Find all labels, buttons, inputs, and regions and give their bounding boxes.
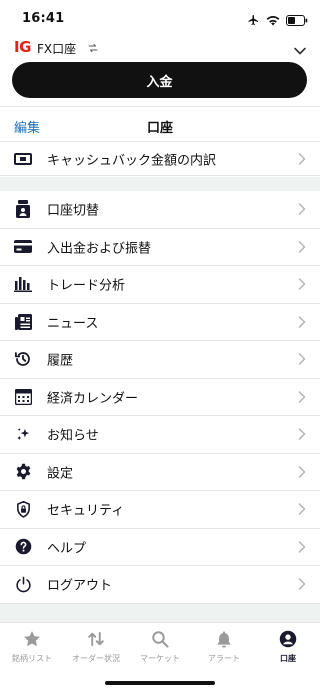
power-icon (14, 575, 32, 593)
page-title: 口座 (146, 121, 173, 136)
status-time: 16:41 (22, 11, 65, 26)
tab-label: アラート (208, 654, 240, 663)
tab-orders[interactable]: オーダー状況 (64, 629, 128, 664)
chevron-down-icon[interactable] (294, 40, 306, 59)
bar-chart-icon (14, 275, 32, 293)
menu-item-label: キャッシュバック金額の内訳 (47, 153, 217, 168)
tab-label: マーケット (140, 654, 180, 663)
menu-item-label: トレード分析 (47, 278, 126, 294)
tab-label: 口座 (280, 654, 296, 663)
menu-item-label: ログアウト (47, 578, 113, 594)
menu-item-label: 設定 (47, 466, 74, 482)
chevron-right-icon (298, 203, 306, 215)
chevron-right-icon (298, 391, 306, 403)
chevron-right-icon (298, 241, 306, 253)
menu-item-cashback[interactable]: キャッシュバック金額の内訳 (0, 142, 320, 176)
history-icon (14, 350, 32, 368)
menu-item-notices[interactable]: お知らせ (0, 416, 320, 454)
star-icon (0, 629, 64, 649)
menu-item-label: 経済カレンダー (47, 391, 139, 407)
chevron-right-icon (298, 353, 306, 365)
menu-item-logout[interactable]: ログアウト (0, 566, 320, 604)
tab-account[interactable]: 口座 (256, 629, 320, 664)
transfer-icon (64, 629, 128, 649)
menu-item-label: セキュリティ (47, 503, 125, 519)
news-icon (14, 313, 32, 331)
cashback-icon (14, 150, 32, 168)
chevron-right-icon (298, 578, 306, 590)
home-indicator (105, 681, 215, 685)
menu-item-label: ヘルプ (47, 541, 87, 557)
chevron-right-icon (298, 503, 306, 515)
airplane-icon (247, 11, 260, 30)
menu-item-help[interactable]: ヘルプ (0, 529, 320, 566)
menu-item-deposit-transfer[interactable]: 入出金および振替 (0, 229, 320, 266)
deposit-button[interactable]: 入金 (12, 62, 307, 98)
tab-markets[interactable]: マーケット (128, 629, 192, 664)
wifi-icon (266, 11, 280, 30)
chevron-right-icon (298, 316, 306, 328)
status-bar: 16:41 (0, 0, 320, 36)
chevron-right-icon (298, 152, 306, 165)
tab-label: 銘柄リスト (12, 654, 52, 663)
tab-alerts[interactable]: アラート (192, 629, 256, 664)
user-icon (256, 629, 320, 649)
account-switch-icon (14, 200, 32, 219)
help-icon (14, 538, 32, 556)
menu-item-label: お知らせ (47, 428, 99, 444)
battery-icon (286, 11, 308, 30)
menu-item-label: 入出金および振替 (47, 241, 152, 257)
menu-item-security[interactable]: セキュリティ (0, 491, 320, 529)
menu-item-economic-calendar[interactable]: 経済カレンダー (0, 379, 320, 416)
chevron-right-icon (298, 428, 306, 440)
card-icon (14, 238, 32, 256)
menu-item-trade-analysis[interactable]: トレード分析 (0, 266, 320, 304)
account-bar[interactable]: IG FX口座 (0, 36, 320, 58)
chevron-right-icon (298, 541, 306, 553)
gear-icon (14, 463, 32, 481)
tab-label: オーダー状況 (72, 654, 120, 663)
ig-logo: IG (14, 38, 31, 56)
calendar-icon (14, 388, 32, 406)
status-icons (247, 11, 308, 30)
menu-item-news[interactable]: ニュース (0, 304, 320, 341)
account-name[interactable]: FX口座 (37, 40, 76, 57)
bell-icon (192, 629, 256, 649)
menu-item-label: 口座切替 (47, 203, 100, 219)
menu-item-history[interactable]: 履歴 (0, 341, 320, 379)
sparkle-icon (14, 425, 32, 443)
menu-item-label: ニュース (47, 316, 99, 332)
top-list-section: キャッシュバック金額の内訳 (0, 142, 320, 176)
search-icon (128, 629, 192, 649)
section-divider (0, 177, 320, 191)
chevron-right-icon (298, 278, 306, 290)
bottom-band (0, 604, 320, 622)
menu-item-account-switch[interactable]: 口座切替 (0, 191, 320, 229)
shield-icon (14, 500, 32, 518)
menu-list: 口座切替 入出金および振替 トレード分析 ニュース 履歴 経済カレンダー お知ら… (0, 191, 320, 604)
menu-item-settings[interactable]: 設定 (0, 454, 320, 491)
menu-item-label: 履歴 (47, 353, 74, 369)
tab-watchlist[interactable]: 銘柄リスト (0, 629, 64, 664)
chevron-right-icon (298, 466, 306, 478)
nav-header: 編集 口座 (0, 106, 320, 142)
switch-account-icon[interactable] (87, 39, 99, 58)
